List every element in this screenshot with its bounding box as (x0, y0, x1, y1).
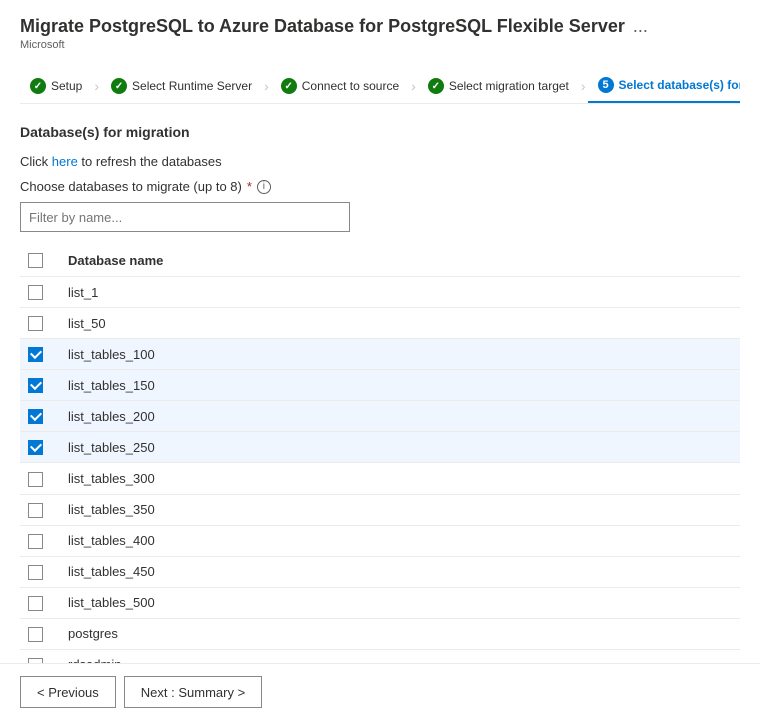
row-checkbox-list_tables_200[interactable] (28, 409, 43, 424)
row-checkbox-list_tables_250[interactable] (28, 440, 43, 455)
row-checkbox-cell[interactable] (20, 432, 60, 463)
row-checkbox-cell[interactable] (20, 308, 60, 339)
info-icon[interactable]: i (257, 180, 271, 194)
step-separator: › (409, 78, 418, 94)
ellipsis-menu-icon[interactable]: ... (633, 16, 648, 37)
table-row[interactable]: list_tables_300 (20, 463, 740, 494)
main-content: Database(s) for migration Click here to … (0, 104, 760, 681)
row-checkbox-postgres[interactable] (28, 627, 43, 642)
previous-button[interactable]: < Previous (20, 676, 116, 708)
next-button[interactable]: Next : Summary > (124, 676, 262, 708)
info-text-before: Click (20, 154, 52, 169)
table-row[interactable]: list_tables_100 (20, 339, 740, 370)
info-text-after: to refresh the databases (78, 154, 222, 169)
db-name-cell: list_tables_500 (60, 587, 740, 618)
table-row[interactable]: list_50 (20, 308, 740, 339)
table-row[interactable]: list_tables_400 (20, 525, 740, 556)
row-checkbox-cell[interactable] (20, 525, 60, 556)
table-row[interactable]: postgres (20, 618, 740, 649)
db-name-cell: list_tables_250 (60, 432, 740, 463)
row-checkbox-list_tables_300[interactable] (28, 472, 43, 487)
wizard-step-target[interactable]: ✓ Select migration target (418, 70, 579, 102)
choose-label-text: Choose databases to migrate (up to 8) (20, 179, 242, 194)
row-checkbox-cell[interactable] (20, 463, 60, 494)
wizard-step-source[interactable]: ✓ Connect to source (271, 70, 409, 102)
step-label-setup: Setup (51, 79, 82, 93)
row-checkbox-cell[interactable] (20, 587, 60, 618)
db-name-cell: list_1 (60, 277, 740, 308)
table-row[interactable]: list_tables_200 (20, 401, 740, 432)
step-label-databases: Select database(s) for migration (619, 78, 740, 92)
wizard-step-databases: 5 Select database(s) for migration (588, 69, 740, 103)
db-name-cell: list_tables_300 (60, 463, 740, 494)
db-name-header: Database name (60, 244, 740, 277)
select-all-checkbox[interactable] (28, 253, 43, 268)
db-name-cell: postgres (60, 618, 740, 649)
table-row[interactable]: list_tables_150 (20, 370, 740, 401)
row-checkbox-list_1[interactable] (28, 285, 43, 300)
row-checkbox-list_tables_400[interactable] (28, 534, 43, 549)
row-checkbox-list_tables_100[interactable] (28, 347, 43, 362)
db-name-cell: list_tables_100 (60, 339, 740, 370)
step-separator: › (262, 78, 271, 94)
step-icon-databases: 5 (598, 77, 614, 93)
db-name-cell: list_tables_450 (60, 556, 740, 587)
row-checkbox-cell[interactable] (20, 401, 60, 432)
page-header: Migrate PostgreSQL to Azure Database for… (0, 0, 760, 104)
db-name-cell: list_tables_150 (60, 370, 740, 401)
wizard-step-runtime[interactable]: ✓ Select Runtime Server (101, 70, 262, 102)
table-row[interactable]: list_tables_450 (20, 556, 740, 587)
row-checkbox-cell[interactable] (20, 556, 60, 587)
database-list: list_1list_50list_tables_100list_tables_… (20, 277, 740, 681)
refresh-info: Click here to refresh the databases (20, 154, 740, 169)
step-label-target: Select migration target (449, 79, 569, 93)
choose-label: Choose databases to migrate (up to 8) * … (20, 179, 740, 194)
step-separator: › (579, 78, 588, 94)
db-name-cell: list_tables_350 (60, 494, 740, 525)
step-separator: › (92, 78, 101, 94)
footer: < Previous Next : Summary > (0, 663, 760, 720)
section-title: Database(s) for migration (20, 124, 740, 140)
refresh-link[interactable]: here (52, 154, 78, 169)
row-checkbox-list_tables_500[interactable] (28, 596, 43, 611)
table-row[interactable]: list_tables_350 (20, 494, 740, 525)
step-label-source: Connect to source (302, 79, 399, 93)
step-icon-setup: ✓ (30, 78, 46, 94)
db-name-cell: list_50 (60, 308, 740, 339)
step-icon-target: ✓ (428, 78, 444, 94)
provider-label: Microsoft (20, 39, 740, 51)
db-name-cell: list_tables_200 (60, 401, 740, 432)
step-label-runtime: Select Runtime Server (132, 79, 252, 93)
row-checkbox-cell[interactable] (20, 277, 60, 308)
select-all-header[interactable] (20, 244, 60, 277)
table-header-row: Database name (20, 244, 740, 277)
row-checkbox-list_tables_150[interactable] (28, 378, 43, 393)
wizard-steps: ✓ Setup › ✓ Select Runtime Server › ✓ Connect t… (20, 61, 740, 104)
step-icon-runtime: ✓ (111, 78, 127, 94)
wizard-step-setup[interactable]: ✓ Setup (20, 70, 92, 102)
table-row[interactable]: list_tables_250 (20, 432, 740, 463)
row-checkbox-list_tables_450[interactable] (28, 565, 43, 580)
table-row[interactable]: list_1 (20, 277, 740, 308)
app-title: Migrate PostgreSQL to Azure Database for… (20, 16, 740, 37)
db-name-cell: list_tables_400 (60, 525, 740, 556)
required-marker: * (247, 179, 252, 194)
table-row[interactable]: list_tables_500 (20, 587, 740, 618)
app-title-text: Migrate PostgreSQL to Azure Database for… (20, 16, 625, 37)
step-icon-source: ✓ (281, 78, 297, 94)
filter-input[interactable] (20, 202, 350, 232)
row-checkbox-cell[interactable] (20, 494, 60, 525)
row-checkbox-cell[interactable] (20, 339, 60, 370)
row-checkbox-list_50[interactable] (28, 316, 43, 331)
row-checkbox-cell[interactable] (20, 618, 60, 649)
database-table: Database name list_1list_50list_tables_1… (20, 244, 740, 681)
row-checkbox-cell[interactable] (20, 370, 60, 401)
row-checkbox-list_tables_350[interactable] (28, 503, 43, 518)
